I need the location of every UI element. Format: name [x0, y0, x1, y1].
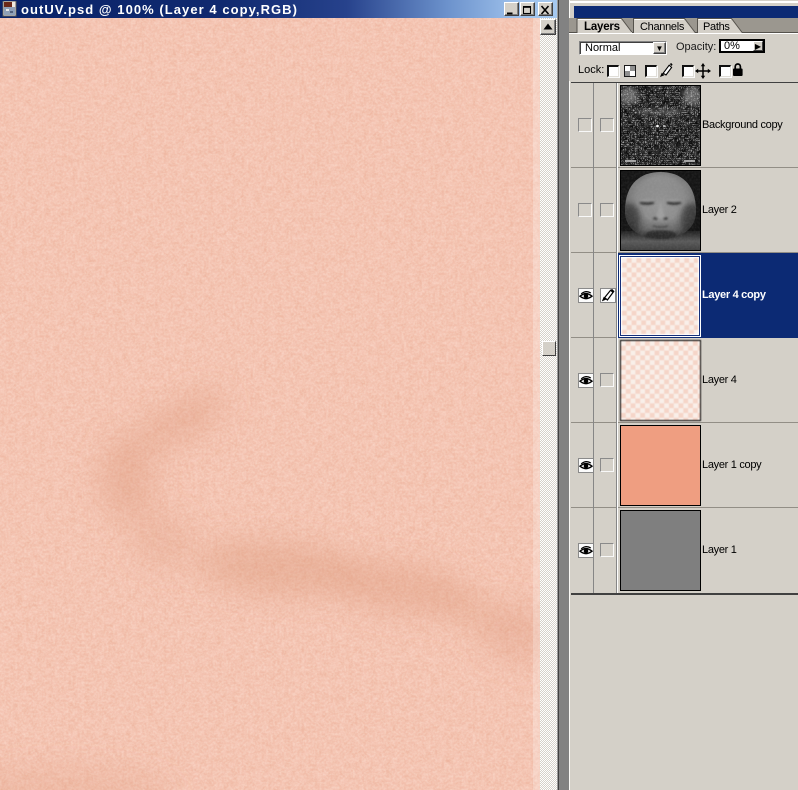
svg-text:Paths: Paths — [703, 21, 730, 33]
svg-text:Channels: Channels — [640, 21, 685, 33]
svg-text:Layers: Layers — [584, 21, 620, 33]
